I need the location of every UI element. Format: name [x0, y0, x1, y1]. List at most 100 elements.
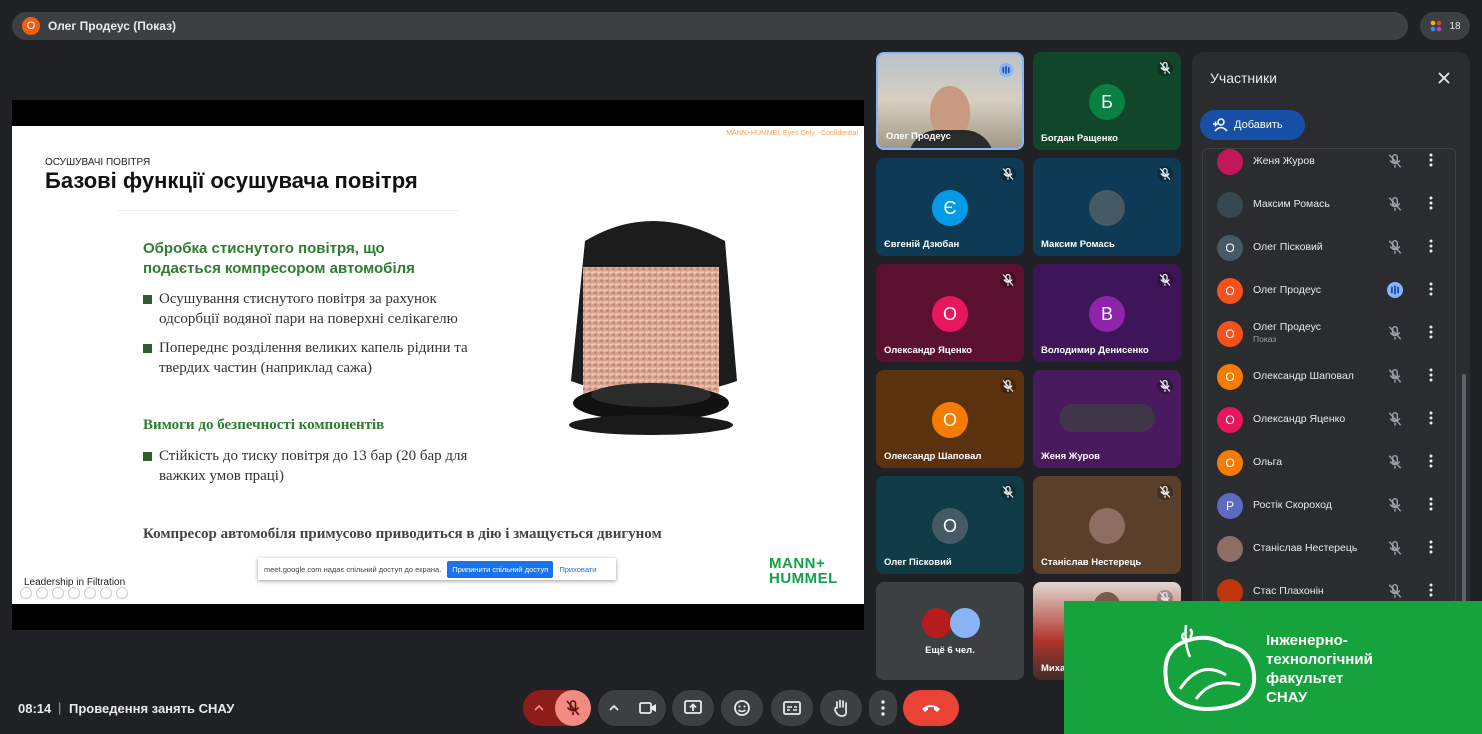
mute-button[interactable]	[1387, 368, 1403, 384]
participant-row[interactable]: Р Ростік Скороход	[1203, 487, 1453, 527]
mute-button[interactable]	[1387, 411, 1403, 427]
more-vert-icon[interactable]	[1429, 583, 1433, 597]
participants-count-button[interactable]: 18	[1420, 12, 1470, 40]
more-vert-icon[interactable]	[1429, 454, 1433, 468]
participant-name: Стас Плахонін	[1253, 585, 1324, 597]
reactions-button[interactable]	[721, 690, 763, 726]
presentation-slide: MANN+HUMMEL Eyes Only - Confidential ОСУ…	[12, 126, 864, 604]
mute-button[interactable]	[1387, 239, 1403, 255]
screen-share-notification: meet.google.com надає спільний доступ до…	[258, 558, 616, 580]
copy-icon[interactable]	[68, 587, 80, 599]
avatar: О	[932, 508, 968, 544]
mic-off-icon	[1002, 273, 1014, 286]
raise-hand-button[interactable]	[820, 690, 862, 726]
participant-tile[interactable]: О Олександр Яценко	[876, 264, 1024, 362]
participant-tile[interactable]: Олег Продеус	[876, 52, 1024, 150]
participant-name: Богдан Ращенко	[1041, 133, 1118, 144]
avatar: О	[1217, 321, 1243, 347]
participant-row[interactable]: О Олег Продеус Показ	[1203, 315, 1453, 355]
mute-button[interactable]	[1387, 540, 1403, 556]
presenter-indicator[interactable]: О Олег Продеус (Показ)	[12, 12, 1408, 40]
participant-tile[interactable]: Б Богдан Ращенко	[1033, 52, 1181, 150]
participant-name: Женя Журов	[1253, 155, 1315, 167]
mic-muted-indicator	[1000, 484, 1016, 500]
avatar: Р	[1217, 493, 1243, 519]
meeting-name: Проведення занять СНАУ	[69, 701, 235, 716]
participant-row[interactable]: О Ольга	[1203, 444, 1453, 484]
add-participant-button[interactable]: Добавить	[1200, 110, 1305, 140]
avatar	[1089, 190, 1125, 226]
more-vert-icon[interactable]	[1429, 368, 1433, 382]
microphone-control[interactable]	[523, 690, 591, 726]
stop-sharing-button[interactable]: Припинити спільний доступ	[447, 560, 554, 578]
more-vert-icon[interactable]	[1429, 540, 1433, 554]
camera-icon[interactable]	[638, 699, 658, 717]
participant-subtitle: Показ	[1253, 334, 1277, 344]
add-person-icon	[1213, 118, 1228, 132]
participant-row[interactable]: О Олег Продеус	[1203, 272, 1453, 312]
participant-row[interactable]: Женя Журов	[1203, 149, 1453, 183]
mute-button[interactable]	[1387, 454, 1403, 470]
slide-bullet-1: Осушування стиснутого повітря за рахунок…	[143, 289, 523, 329]
mic-muted-indicator	[1157, 60, 1173, 76]
hide-notification-button[interactable]: Приховати	[559, 565, 596, 574]
mic-toggle-button[interactable]	[555, 690, 591, 726]
mute-button[interactable]	[1387, 497, 1403, 513]
participant-row[interactable]: Стас Плахонін	[1203, 573, 1453, 603]
participant-name: Максим Ромась	[1041, 239, 1115, 250]
more-vert-icon[interactable]	[1429, 239, 1433, 253]
captions-icon[interactable]	[100, 587, 112, 599]
participant-tile[interactable]: Ещё 6 чел.	[876, 582, 1024, 680]
more-vert-icon[interactable]	[1429, 196, 1433, 210]
more-options-button[interactable]	[869, 690, 897, 726]
more-vert-icon[interactable]	[1429, 325, 1433, 339]
present-screen-button[interactable]	[672, 690, 714, 726]
participant-name: Євгеній Дзюбан	[884, 239, 960, 250]
participant-name: Станіслав Нестерець	[1253, 542, 1358, 554]
participant-tile[interactable]: О Олександр Шаповал	[876, 370, 1024, 468]
chevron-up-icon[interactable]	[608, 702, 620, 714]
participant-tile[interactable]: В Володимир Денисенко	[1033, 264, 1181, 362]
camera-control[interactable]	[598, 690, 666, 726]
brand-logo: MANN+ HUMMEL	[769, 555, 838, 587]
audio-level-icon	[1387, 282, 1403, 298]
participant-row[interactable]: О Олег Пісковий	[1203, 229, 1453, 269]
participant-tile[interactable]: Станіслав Нестерець	[1033, 476, 1181, 574]
speaking-indicator[interactable]	[1387, 282, 1403, 298]
more-icon[interactable]	[116, 587, 128, 599]
participant-tile[interactable]: Максим Ромась	[1033, 158, 1181, 256]
meeting-clock: 08:14	[18, 701, 52, 716]
chevron-up-icon[interactable]	[533, 702, 545, 714]
mute-button[interactable]	[1387, 583, 1403, 599]
next-slide-icon[interactable]	[36, 587, 48, 599]
end-call-button[interactable]	[903, 690, 959, 726]
participant-row[interactable]: О Олександр Яценко	[1203, 401, 1453, 441]
participant-row[interactable]: О Олександр Шаповал	[1203, 358, 1453, 398]
view-icon[interactable]	[84, 587, 96, 599]
mute-button[interactable]	[1387, 153, 1403, 169]
presenter-label: Олег Продеус (Показ)	[48, 19, 177, 33]
mute-button[interactable]	[1387, 196, 1403, 212]
mic-muted-indicator	[1157, 272, 1173, 288]
participant-tile[interactable]: Є Євгеній Дзюбан	[876, 158, 1024, 256]
confidential-label: MANN+HUMMEL Eyes Only - Confidential	[726, 130, 858, 137]
mute-button[interactable]	[1387, 325, 1403, 341]
participant-tile[interactable]: Женя Журов	[1033, 370, 1181, 468]
emoji-icon	[734, 700, 750, 716]
more-vert-icon[interactable]	[1429, 153, 1433, 167]
close-icon[interactable]	[1436, 70, 1452, 86]
slide-controls[interactable]	[20, 587, 128, 599]
mic-muted-indicator	[1000, 272, 1016, 288]
participant-tile[interactable]: О Олег Пісковий	[876, 476, 1024, 574]
more-vert-icon[interactable]	[1429, 282, 1433, 296]
panel-scrollbar[interactable]	[1462, 374, 1466, 608]
prev-slide-icon[interactable]	[20, 587, 32, 599]
more-vert-icon[interactable]	[1429, 411, 1433, 425]
participants-list[interactable]: Женя Журов Максим Ромась О Олег Пісковий О Ол…	[1202, 148, 1456, 604]
participant-row[interactable]: Станіслав Нестерець	[1203, 530, 1453, 570]
participant-row[interactable]: Максим Ромась	[1203, 186, 1453, 226]
captions-button[interactable]	[771, 690, 813, 726]
pen-icon[interactable]	[52, 587, 64, 599]
more-vert-icon[interactable]	[1429, 497, 1433, 511]
tile-hover-controls[interactable]	[1059, 404, 1155, 432]
